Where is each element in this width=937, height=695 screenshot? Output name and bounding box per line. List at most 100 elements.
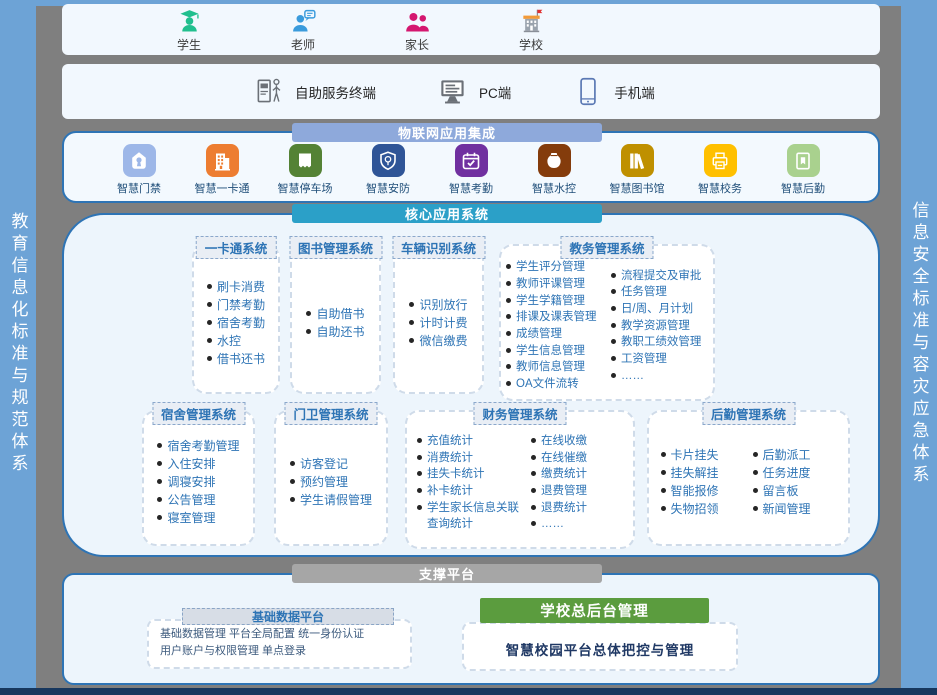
bullet-dot bbox=[409, 302, 414, 307]
bullet-dot bbox=[506, 298, 511, 303]
bullet-item: 学生请假管理 bbox=[290, 491, 372, 509]
system-card-library: 图书管理系统 自助借书自助还书 bbox=[290, 244, 381, 394]
base-platform-line: 基础数据管理 平台全局配置 统一身份认证 bbox=[160, 626, 402, 643]
admin-backend-card: 智慧校园平台总体把控与管理 bbox=[462, 622, 738, 671]
bullet-dot bbox=[157, 497, 162, 502]
bullet-text: 宿舍考勤管理 bbox=[167, 437, 239, 455]
bullet-dot bbox=[531, 455, 536, 460]
iot-school-affairs: 智慧校务 bbox=[681, 144, 759, 196]
bullet-text: 充值统计 bbox=[427, 433, 473, 450]
bullet-item: 日/周、月计划 bbox=[611, 301, 708, 318]
system-card-title: 财务管理系统 bbox=[473, 402, 566, 425]
bullet-text: 日/周、月计划 bbox=[621, 301, 693, 318]
bullet-item: 卡片挂失 bbox=[661, 446, 749, 464]
bullet-text: 门禁考勤 bbox=[217, 296, 265, 314]
bullet-item: 学生评分管理 bbox=[506, 259, 607, 276]
water-control-icon bbox=[538, 144, 571, 177]
system-card-vehicle: 车辆识别系统 识别放行计时计费微信缴费 bbox=[393, 244, 484, 394]
parking-icon bbox=[289, 144, 322, 177]
iot-logistics: 智慧后勤 bbox=[764, 144, 842, 196]
bullet-text: 在线催缴 bbox=[541, 450, 587, 467]
bullet-text: 学生学籍管理 bbox=[516, 293, 585, 310]
bullet-dot bbox=[306, 311, 311, 316]
bullet-item: 教学资源管理 bbox=[611, 318, 708, 335]
base-data-platform-card: 基础数据管理 平台全局配置 统一身份认证 用户账户与权限管理 单点登录 bbox=[147, 619, 412, 669]
bullet-item: 学生信息管理 bbox=[506, 343, 607, 360]
terminal-label: 手机端 bbox=[614, 82, 655, 102]
bullet-dot bbox=[506, 264, 511, 269]
bullet-item: 入住安排 bbox=[157, 455, 239, 473]
system-item-list: 刷卡消费门禁考勤宿舍考勤水控借书还书 bbox=[207, 278, 265, 368]
bullet-text: 挂失解挂 bbox=[671, 464, 719, 482]
bullet-text: 任务管理 bbox=[621, 284, 667, 301]
bullet-item: 流程提交及审批 bbox=[611, 268, 708, 285]
bullet-item: 自助还书 bbox=[306, 323, 364, 341]
bullet-item: 调寝安排 bbox=[157, 473, 239, 491]
bullet-item: 借书还书 bbox=[207, 350, 265, 368]
admin-backend-title: 学校总后台管理 bbox=[480, 598, 709, 623]
bullet-item: 教师信息管理 bbox=[506, 359, 607, 376]
logistics-clipboard-icon bbox=[787, 144, 820, 177]
bullet-text: OA文件流转 bbox=[516, 376, 579, 393]
bullet-text: 学生请假管理 bbox=[300, 491, 372, 509]
bullet-text: 识别放行 bbox=[419, 296, 467, 314]
user-student: 学生 bbox=[157, 7, 221, 53]
bullet-dot bbox=[531, 488, 536, 493]
bullet-text: 留言板 bbox=[763, 482, 799, 500]
iot-label: 智慧水控 bbox=[532, 180, 576, 196]
bullet-item: 后勤派工 bbox=[753, 446, 837, 464]
school-affairs-icon bbox=[704, 144, 737, 177]
bullet-item: 任务进度 bbox=[753, 464, 837, 482]
system-card-academic: 教务管理系统 学生评分管理教师评课管理学生学籍管理排课及课表管理成绩管理学生信息… bbox=[499, 244, 715, 401]
iot-attendance: 智慧考勤 bbox=[432, 144, 510, 196]
bullet-text: 失物招领 bbox=[671, 500, 719, 518]
bullet-dot bbox=[417, 471, 422, 476]
bullet-text: 微信缴费 bbox=[419, 332, 467, 350]
iot-library: 智慧图书馆 bbox=[598, 144, 676, 196]
bullet-text: 学生信息管理 bbox=[516, 343, 585, 360]
bullet-dot bbox=[207, 284, 212, 289]
bullet-item: 在线催缴 bbox=[531, 450, 623, 467]
bullet-dot bbox=[753, 488, 758, 493]
system-item-list: 后勤派工任务进度留言板新闻管理 bbox=[753, 446, 837, 518]
bullet-dot bbox=[611, 373, 616, 378]
bullet-dot bbox=[417, 488, 422, 493]
bullet-dot bbox=[506, 331, 511, 336]
bullet-item: 充值统计 bbox=[417, 433, 527, 450]
system-item-list: 学生评分管理教师评课管理学生学籍管理排课及课表管理成绩管理学生信息管理教师信息管… bbox=[506, 259, 607, 392]
bullet-item: 寝室管理 bbox=[157, 509, 239, 527]
bullet-item: 学生家长信息关联查询统计 bbox=[417, 500, 527, 533]
bullet-dot bbox=[531, 471, 536, 476]
iot-label: 智慧安防 bbox=[366, 180, 410, 196]
bullet-text: 卡片挂失 bbox=[671, 446, 719, 464]
bullet-item: 退费统计 bbox=[531, 500, 623, 517]
bullet-text: 访客登记 bbox=[300, 455, 348, 473]
system-card-title: 车辆识别系统 bbox=[392, 236, 485, 259]
bullet-text: 公告管理 bbox=[167, 491, 215, 509]
user-label: 学生 bbox=[177, 36, 201, 53]
bullet-dot bbox=[417, 455, 422, 460]
bullet-item: 工资管理 bbox=[611, 351, 708, 368]
bullet-text: 宿舍考勤 bbox=[217, 314, 265, 332]
bullet-item: …… bbox=[531, 516, 623, 533]
bullet-text: 退费统计 bbox=[541, 500, 587, 517]
user-school: 学校 bbox=[499, 7, 563, 53]
bullet-dot bbox=[157, 443, 162, 448]
bullet-text: 学生家长信息关联查询统计 bbox=[427, 500, 527, 533]
phone-icon bbox=[571, 75, 605, 109]
bullet-item: …… bbox=[611, 368, 708, 385]
iot-water: 智慧水控 bbox=[515, 144, 593, 196]
bullet-text: 学生评分管理 bbox=[516, 259, 585, 276]
door-access-icon bbox=[123, 144, 156, 177]
system-item-list: 识别放行计时计费微信缴费 bbox=[409, 296, 467, 350]
admin-backend-desc: 智慧校园平台总体把控与管理 bbox=[506, 639, 695, 659]
frame-bottom-bar bbox=[0, 688, 937, 695]
bullet-dot bbox=[611, 323, 616, 328]
system-card-title: 教务管理系统 bbox=[560, 236, 653, 259]
bullet-item: 访客登记 bbox=[290, 455, 372, 473]
bullet-dot bbox=[157, 515, 162, 520]
bullet-dot bbox=[611, 273, 616, 278]
system-card-finance: 财务管理系统 充值统计消费统计挂失卡统计补卡统计学生家长信息关联查询统计 在线收… bbox=[405, 410, 635, 549]
system-item-list: 流程提交及审批任务管理日/周、月计划教学资源管理教职工绩效管理工资管理…… bbox=[611, 268, 708, 385]
bullet-dot bbox=[306, 329, 311, 334]
